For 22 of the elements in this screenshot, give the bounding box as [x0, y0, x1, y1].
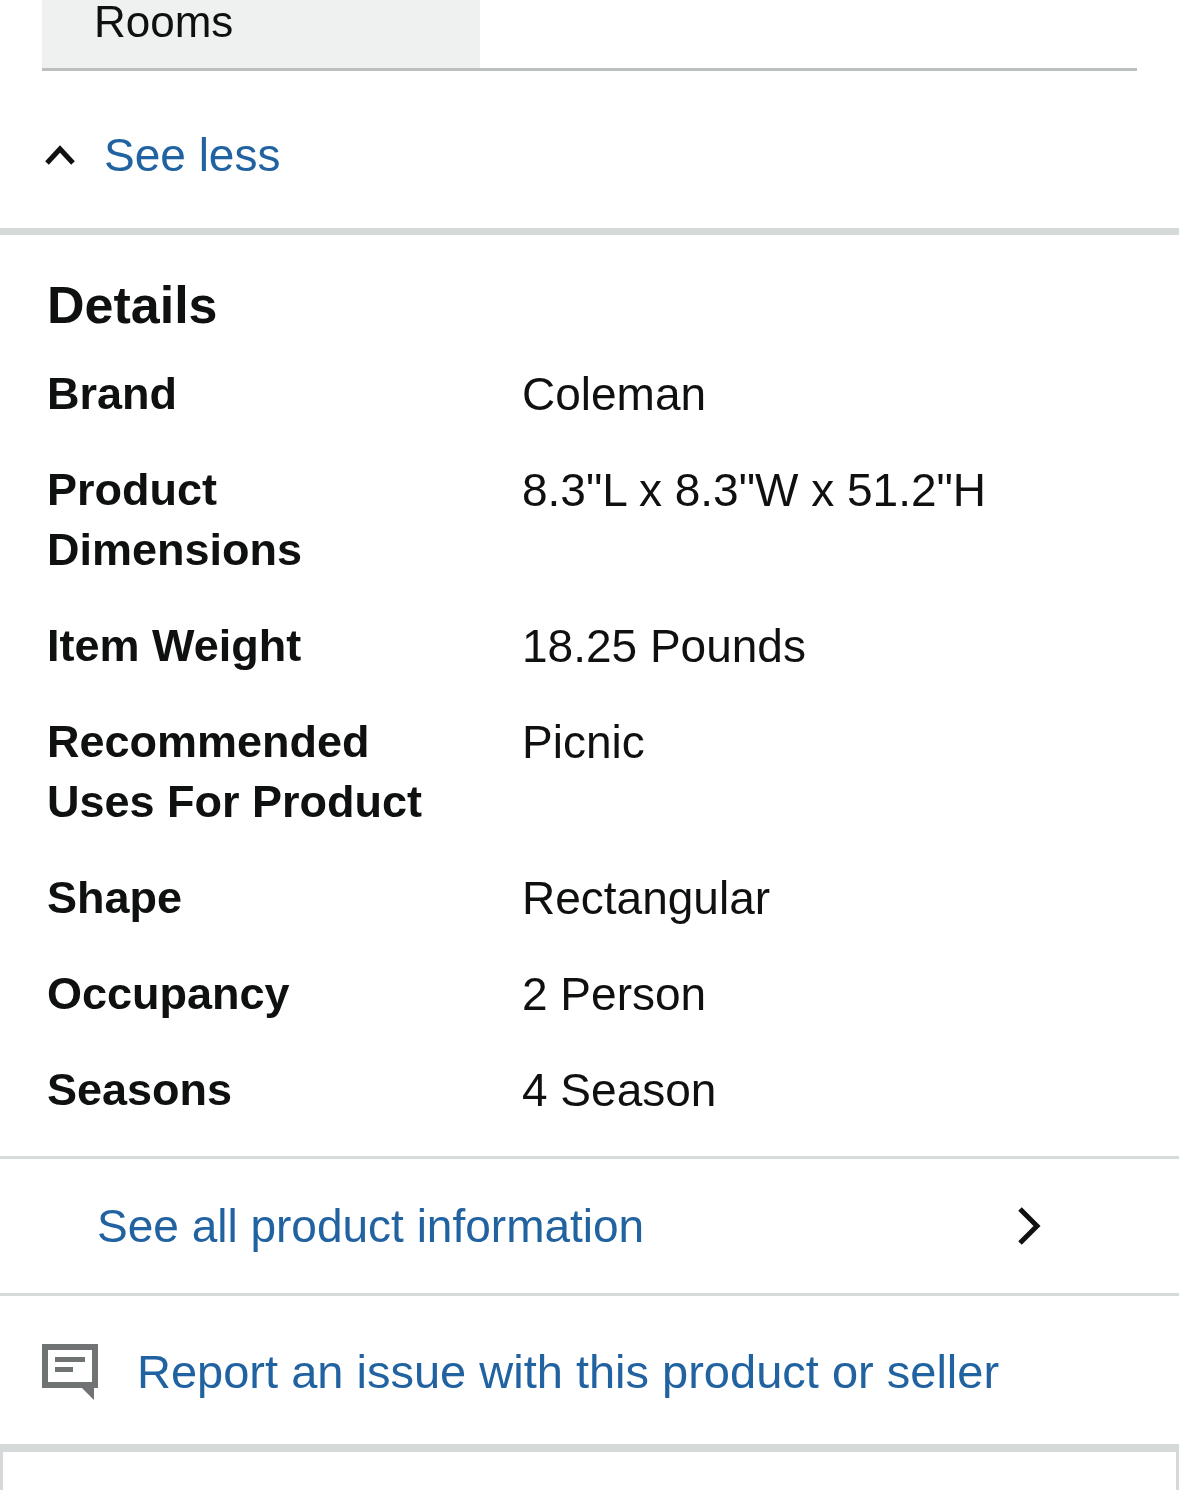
detail-label: Shape [47, 871, 184, 925]
report-issue-link[interactable]: Report an issue with this product or seller [137, 1344, 1000, 1400]
detail-label: Brand [47, 367, 178, 421]
detail-value: Coleman [522, 367, 708, 422]
detail-value: 2 Person [522, 967, 708, 1022]
detail-value: 8.3"L x 8.3"W x 51.2"H [522, 463, 988, 518]
caret-up-icon[interactable] [44, 144, 76, 166]
detail-label: Product Dimensions [47, 463, 304, 577]
detail-label: Recommended Uses For Product [47, 715, 424, 829]
detail-label: Occupancy [47, 967, 291, 1021]
table-row-label: Rooms [42, 0, 480, 68]
see-less-link[interactable]: See less [104, 127, 281, 183]
detail-value: 4 Season [522, 1063, 718, 1118]
chevron-right-icon[interactable] [1016, 1206, 1042, 1246]
detail-value: Picnic [522, 715, 646, 770]
details-heading: Details [47, 275, 219, 335]
detail-value: Rectangular [522, 871, 772, 926]
detail-label: Seasons [47, 1063, 234, 1117]
detail-label: Item Weight [47, 619, 303, 673]
detail-value: 18.25 Pounds [522, 619, 807, 674]
see-all-product-information-link[interactable]: See all product information [97, 1198, 645, 1254]
comment-icon[interactable] [42, 1344, 98, 1400]
